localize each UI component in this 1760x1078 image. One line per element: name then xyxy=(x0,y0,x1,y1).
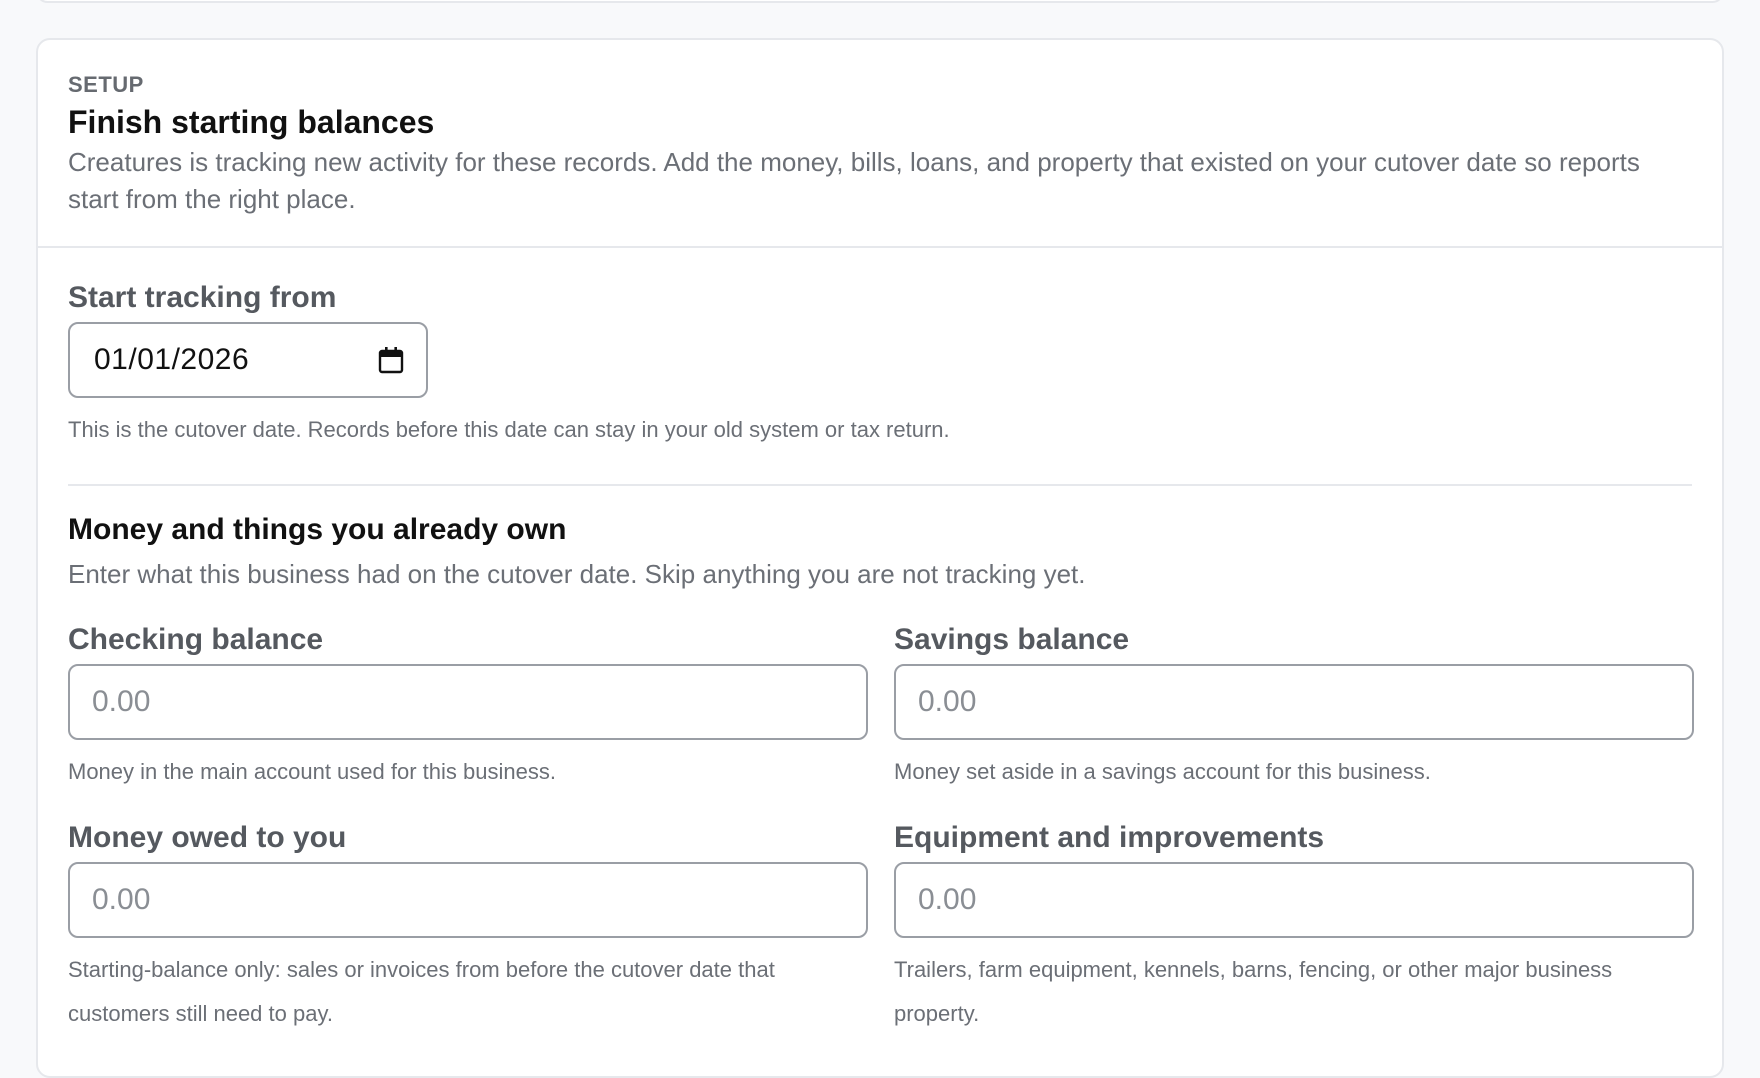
card-body: Start tracking from 01/01/2026 This is t… xyxy=(38,248,1722,1062)
calendar-icon[interactable] xyxy=(378,346,404,374)
card-title: Finish starting balances xyxy=(68,104,435,140)
owed-label: Money owed to you xyxy=(68,821,347,854)
card-header: SETUP Finish starting balances Creatures… xyxy=(38,40,1722,248)
checking-balance-input[interactable] xyxy=(68,664,868,740)
section-divider xyxy=(68,484,1692,486)
start-tracking-label: Start tracking from xyxy=(68,281,337,314)
savings-field: Savings balance Money set aside in a sav… xyxy=(894,622,1694,794)
owed-field: Money owed to you Starting-balance only:… xyxy=(68,820,868,1036)
card-description: Creatures is tracking new activity for t… xyxy=(68,147,1640,214)
starting-balances-card: SETUP Finish starting balances Creatures… xyxy=(36,38,1724,1078)
start-date-input[interactable]: 01/01/2026 xyxy=(68,322,428,398)
savings-balance-input[interactable] xyxy=(894,664,1694,740)
checking-field: Checking balance Money in the main accou… xyxy=(68,622,868,794)
savings-help: Money set aside in a savings account for… xyxy=(894,759,1431,784)
money-owed-input[interactable] xyxy=(68,862,868,938)
start-tracking-help: This is the cutover date. Records before… xyxy=(68,417,950,442)
owed-help: Starting-balance only: sales or invoices… xyxy=(68,957,775,1026)
savings-label: Savings balance xyxy=(894,623,1130,656)
checking-label: Checking balance xyxy=(68,623,324,656)
equipment-field: Equipment and improvements Trailers, far… xyxy=(894,820,1694,1036)
owned-section-description: Enter what this business had on the cuto… xyxy=(68,559,1086,589)
equipment-input[interactable] xyxy=(894,862,1694,938)
equipment-label: Equipment and improvements xyxy=(894,821,1325,854)
owned-section-title: Money and things you already own xyxy=(68,513,567,546)
section-eyebrow: SETUP xyxy=(68,72,144,97)
equipment-help: Trailers, farm equipment, kennels, barns… xyxy=(894,957,1613,1026)
checking-help: Money in the main account used for this … xyxy=(68,759,556,784)
start-date-value: 01/01/2026 xyxy=(94,343,250,376)
previous-card xyxy=(36,0,1724,3)
balance-fields-grid: Checking balance Money in the main accou… xyxy=(68,622,1694,1062)
